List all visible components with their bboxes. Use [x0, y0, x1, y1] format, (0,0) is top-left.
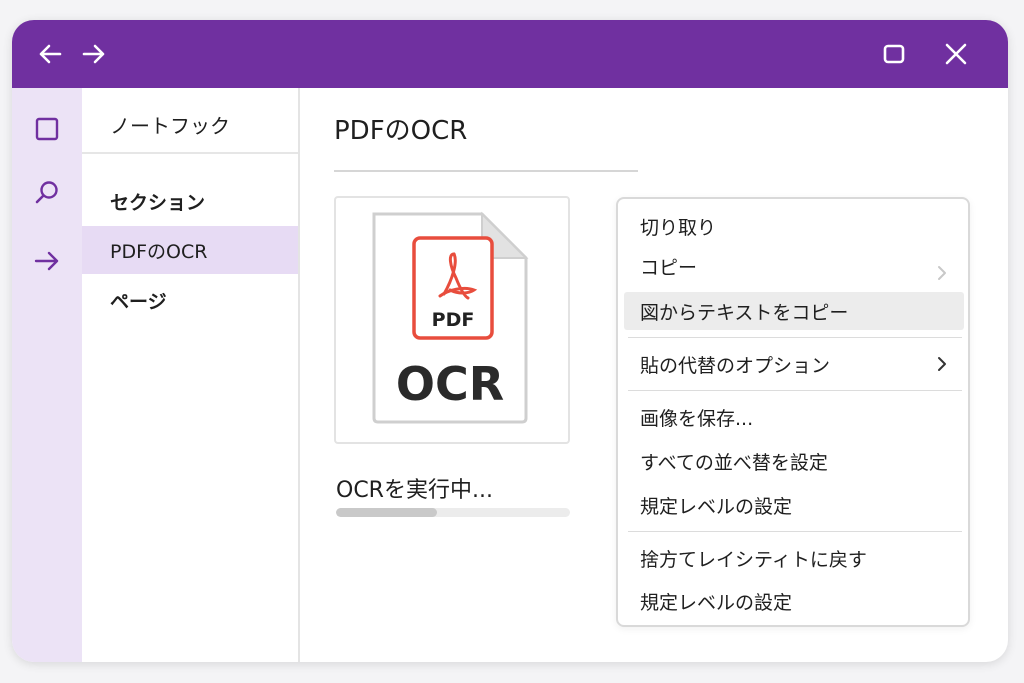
- rail-search-button[interactable]: [32, 178, 62, 208]
- nav-divider: [82, 152, 298, 154]
- arrow-right-icon: [82, 44, 105, 64]
- nav-item-page[interactable]: ページ: [82, 276, 298, 324]
- menu-item-label: 切り取り: [640, 216, 717, 239]
- menu-item-sort-all[interactable]: すべての並べ替を設定: [624, 442, 964, 480]
- menu-item-copy-text-from-picture[interactable]: 図からテキストをコピー: [624, 292, 964, 330]
- arrow-right-icon: [34, 251, 59, 271]
- chevron-right-icon: [932, 354, 952, 374]
- ocr-progress-bar: [336, 508, 570, 517]
- menu-item-label: 図からテキストをコピー: [640, 301, 849, 324]
- menu-item-set-default-level[interactable]: 規定レベルの設定: [624, 486, 964, 524]
- menu-item-label: 画像を保存...: [640, 407, 754, 430]
- menu-item-copy[interactable]: コピー: [624, 247, 964, 285]
- rail-notebooks-button[interactable]: [32, 114, 62, 144]
- menu-item-label: 貼の代替のオプション: [640, 354, 831, 377]
- arrow-left-icon: [39, 44, 62, 64]
- pdf-badge-text: PDF: [432, 309, 475, 331]
- menu-separator: [628, 531, 962, 532]
- maximize-button[interactable]: [878, 38, 910, 70]
- menu-item-save-image[interactable]: 画像を保存...: [624, 398, 964, 436]
- page-title[interactable]: PDFのOCR: [334, 110, 467, 147]
- square-icon: [883, 44, 905, 64]
- ocr-status-text: OCRを実行中...: [336, 478, 493, 503]
- nav-item-pdf-ocr[interactable]: PDFのOCR: [82, 226, 298, 274]
- menu-item-label: すべての並べ替を設定: [640, 451, 828, 474]
- close-button[interactable]: [940, 38, 972, 70]
- forward-button[interactable]: [78, 38, 110, 70]
- menu-item-label: 捨方てレイシティトに戻す: [640, 548, 867, 571]
- app-window: ノートフック セクション PDFのOCR ページ PDFのOCR PDF OCR…: [12, 20, 1008, 662]
- search-icon: [35, 181, 58, 204]
- menu-item-cut[interactable]: 切り取り: [624, 207, 964, 245]
- navigation-pane: ノートフック セクション PDFのOCR ページ: [82, 88, 300, 662]
- menu-item-label: コピー: [640, 256, 698, 279]
- page-content: PDFのOCR PDF OCR OCRを実行中... 切り取り コピー 図からテ…: [302, 88, 1008, 662]
- title-underline: [334, 170, 638, 172]
- pdf-file-icon: PDF OCR: [372, 211, 529, 424]
- icon-rail: [12, 88, 82, 662]
- square-icon: [35, 117, 59, 141]
- rail-navigate-button[interactable]: [32, 246, 62, 276]
- menu-item-label: 規定レベルの設定: [640, 495, 793, 518]
- menu-item-paste-options[interactable]: 貼の代替のオプション: [624, 345, 964, 383]
- back-button[interactable]: [34, 38, 66, 70]
- ocr-caption-text: OCR: [396, 357, 504, 411]
- notebook-title[interactable]: ノートフック: [110, 110, 230, 139]
- menu-item-restore[interactable]: 捨方てレイシティトに戻す: [624, 539, 964, 577]
- context-menu: 切り取り コピー 図からテキストをコピー 貼の代替のオプション 画像を保存...: [616, 197, 970, 627]
- ocr-progress-fill: [336, 508, 437, 517]
- chevron-right-icon: [932, 263, 952, 283]
- pdf-ocr-thumbnail[interactable]: PDF OCR: [334, 196, 570, 444]
- nav-item-section[interactable]: セクション: [82, 177, 298, 225]
- menu-separator: [628, 337, 962, 338]
- menu-item-label: 規定レベルの設定: [640, 591, 793, 614]
- title-bar: [12, 20, 1008, 88]
- close-icon: [945, 43, 967, 65]
- menu-separator: [628, 390, 962, 391]
- menu-item-set-default-level-2[interactable]: 規定レベルの設定: [624, 582, 964, 620]
